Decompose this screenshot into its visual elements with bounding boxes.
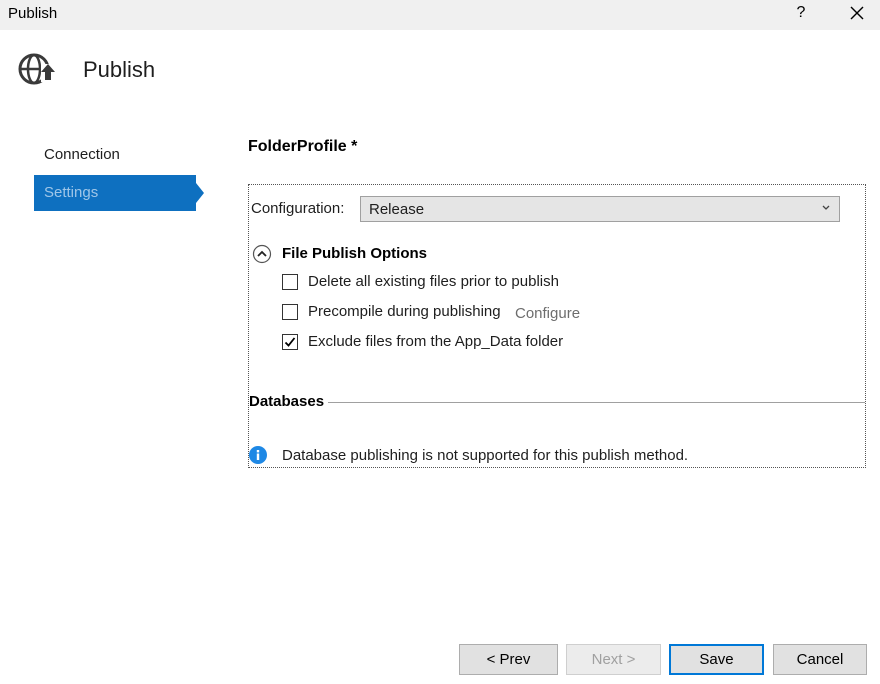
configure-link[interactable]: Configure: [515, 305, 580, 322]
collapse-section-button[interactable]: [252, 244, 272, 264]
configuration-dropdown[interactable]: Release: [360, 196, 840, 222]
configuration-label: Configuration:: [251, 200, 345, 217]
next-button[interactable]: Next >: [566, 644, 661, 675]
precompile-checkbox[interactable]: [282, 304, 298, 320]
info-icon: [249, 446, 267, 464]
precompile-label: Precompile during publishing: [308, 303, 501, 320]
page-title: Publish: [83, 57, 156, 82]
nav-item-settings[interactable]: Settings: [34, 175, 196, 211]
save-button[interactable]: Save: [669, 644, 764, 675]
delete-existing-files-checkbox[interactable]: [282, 274, 298, 290]
nav-selected-pointer: [196, 183, 204, 203]
exclude-app-data-checkbox[interactable]: [282, 334, 298, 350]
close-button[interactable]: [843, 0, 871, 28]
databases-title: Databases: [249, 393, 325, 410]
chevron-down-icon: [822, 205, 830, 210]
profile-title: FolderProfile *: [248, 138, 358, 155]
globe-publish-icon: [15, 50, 59, 90]
nav-item-connection[interactable]: Connection: [34, 137, 196, 173]
cancel-button[interactable]: Cancel: [773, 644, 867, 675]
close-icon: [850, 6, 864, 20]
chevron-up-circle-icon: [252, 244, 272, 264]
configuration-value: Release: [369, 201, 425, 218]
title-bar: Publish ?: [0, 0, 880, 30]
help-button[interactable]: ?: [789, 0, 813, 28]
delete-existing-files-label: Delete all existing files prior to publi…: [308, 273, 559, 290]
exclude-app-data-label: Exclude files from the App_Data folder: [308, 333, 564, 350]
settings-panel: [248, 184, 866, 468]
publish-dialog: Publish ? Publish Connection Settings Fo…: [0, 0, 880, 684]
prev-button[interactable]: < Prev: [459, 644, 558, 675]
file-publish-options-title: File Publish Options: [282, 245, 428, 262]
window-title: Publish: [8, 5, 58, 22]
databases-divider: [328, 402, 865, 403]
databases-message: Database publishing is not supported for…: [282, 447, 689, 464]
checkmark-icon: [284, 337, 296, 347]
